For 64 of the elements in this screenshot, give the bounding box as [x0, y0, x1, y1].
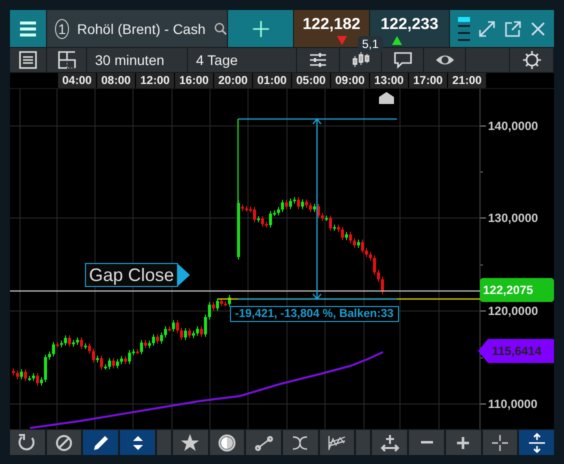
time-label: 16:00 — [175, 73, 213, 88]
tool-button[interactable] — [120, 430, 155, 455]
plus-icon — [252, 20, 270, 38]
price-tag: 122,2075 — [480, 278, 554, 302]
tool-button[interactable] — [283, 430, 318, 455]
popout-icon[interactable] — [504, 20, 522, 38]
down-arrow-icon — [337, 36, 347, 45]
time-label: 08:00 — [97, 73, 135, 88]
measure-label: -19,421, -13,804 %, Balken:33 — [230, 306, 399, 322]
symbol-number: 1 — [55, 18, 70, 38]
gap-close-label: Gap Close — [85, 263, 190, 287]
time-label: 17:00 — [409, 73, 447, 88]
time-label: 12:00 — [136, 73, 174, 88]
tool-button[interactable] — [246, 430, 282, 455]
prohibited-icon — [54, 432, 74, 452]
tool-button[interactable] — [172, 430, 208, 455]
close-icon[interactable] — [530, 20, 546, 36]
layout-icon[interactable] — [56, 50, 76, 70]
toolbar-spacer — [356, 430, 370, 455]
tool-button[interactable] — [210, 430, 244, 455]
tool-button[interactable] — [10, 430, 45, 455]
tool-button[interactable] — [482, 430, 518, 455]
tool-button[interactable] — [83, 430, 118, 455]
tool-button[interactable] — [46, 430, 82, 455]
settings-icon[interactable] — [522, 50, 542, 70]
spread-badge: 5,1 — [358, 36, 383, 52]
minus-icon — [420, 441, 433, 444]
pointer-icon — [178, 264, 190, 286]
price-label: 130,0000 — [488, 211, 538, 225]
tool-button[interactable] — [372, 430, 408, 455]
sliders-icon[interactable] — [308, 50, 328, 70]
time-label: 01:00 — [253, 73, 291, 88]
symbol-name[interactable]: Rohöl (Brent) - Cash — [77, 20, 206, 36]
up-arrow-icon — [392, 36, 402, 45]
price-label: 120,0000 — [488, 304, 538, 318]
marker-icon — [379, 92, 394, 104]
menu-button[interactable] — [10, 10, 46, 47]
tool-button[interactable] — [409, 430, 444, 455]
time-label: 05:00 — [292, 73, 330, 88]
dropdown[interactable]: 30 minuten — [87, 48, 187, 72]
crosshair-icon — [490, 432, 510, 452]
list-icon[interactable] — [18, 50, 38, 70]
tool-button[interactable] — [446, 430, 481, 455]
price-tag: 115,6414 — [478, 339, 554, 363]
price-label: 140,0000 — [488, 119, 538, 133]
time-label: 09:00 — [331, 73, 369, 88]
time-label: 20:00 — [214, 73, 252, 88]
dropdown[interactable]: 4 Tage — [188, 48, 296, 72]
price-label: 110,0000 — [488, 397, 538, 411]
vertical-expand-icon — [526, 432, 547, 452]
contrast-icon — [216, 432, 237, 452]
tool-button[interactable] — [519, 430, 554, 455]
expand-icon[interactable] — [478, 20, 496, 38]
comment-icon[interactable] — [392, 50, 412, 70]
tool-button[interactable] — [320, 430, 354, 455]
toolbar-spacer — [156, 430, 171, 455]
time-label: 04:00 — [58, 73, 96, 88]
star-icon — [180, 432, 200, 452]
move-icon — [380, 432, 400, 452]
time-label: 13:00 — [370, 73, 408, 88]
refresh-icon — [17, 432, 38, 452]
candlestick-icon[interactable] — [350, 50, 370, 70]
menu-icon — [19, 20, 37, 36]
time-label: 21:00 — [448, 73, 486, 88]
